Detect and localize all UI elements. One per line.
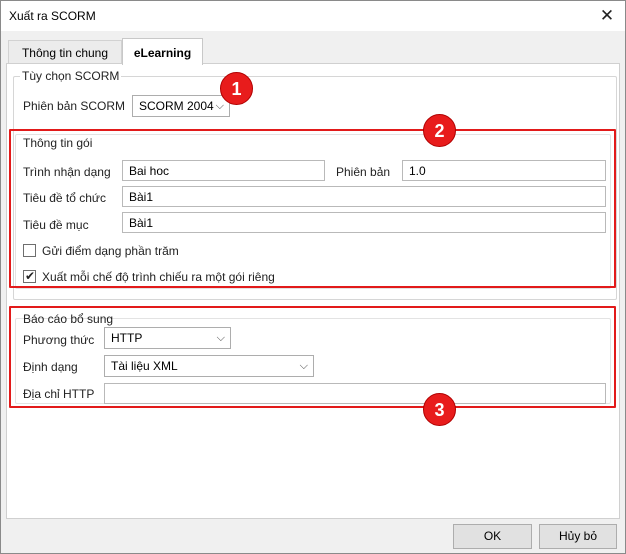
chevron-down-icon: ⌵ bbox=[215, 100, 224, 112]
callout-badge-3: 3 bbox=[423, 393, 456, 426]
callout-badge-2: 2 bbox=[423, 114, 456, 147]
export-scorm-dialog: Xuất ra SCORM ✕ Thông tin chung eLearnin… bbox=[0, 0, 626, 554]
scorm-version-value: SCORM 2004 bbox=[139, 99, 214, 113]
tab-general-info-label: Thông tin chung bbox=[21, 46, 109, 60]
tab-elearning[interactable]: eLearning bbox=[122, 38, 203, 65]
tab-general-info[interactable]: Thông tin chung bbox=[8, 40, 122, 64]
ok-button[interactable]: OK bbox=[453, 524, 532, 549]
window-title: Xuất ra SCORM bbox=[9, 9, 96, 23]
title-bar: Xuất ra SCORM ✕ bbox=[1, 1, 625, 31]
callout-frame-package-info bbox=[9, 129, 616, 288]
scorm-version-select[interactable]: SCORM 2004 ⌵ bbox=[132, 95, 230, 117]
cancel-button[interactable]: Hủy bỏ bbox=[539, 524, 617, 549]
close-icon[interactable]: ✕ bbox=[595, 4, 619, 28]
tab-elearning-label: eLearning bbox=[133, 46, 192, 60]
scorm-options-title: Tùy chọn SCORM bbox=[20, 69, 122, 83]
callout-frame-extra-report bbox=[9, 306, 616, 408]
scorm-version-label: Phiên bản SCORM bbox=[23, 99, 126, 113]
callout-badge-1: 1 bbox=[220, 72, 253, 105]
